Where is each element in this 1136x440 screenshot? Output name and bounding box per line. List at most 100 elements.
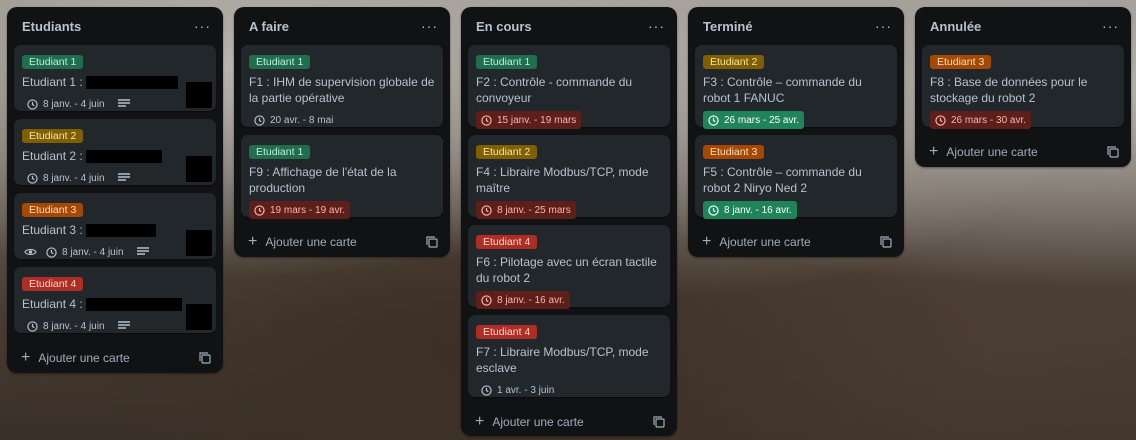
template-icon[interactable]	[1107, 146, 1119, 158]
card[interactable]: Etudiant 3 F8 : Base de données pour le …	[922, 45, 1124, 129]
clock-icon	[708, 114, 719, 126]
clock-icon	[481, 384, 492, 396]
due-date-text: 26 mars - 30 avr.	[951, 114, 1027, 126]
list-header[interactable]: En cours ···	[461, 7, 677, 45]
template-icon[interactable]	[880, 236, 892, 248]
template-icon[interactable]	[199, 352, 211, 364]
due-date-badge[interactable]: 20 avr. - 8 mai	[249, 111, 338, 129]
card-title: F6 : Pilotage avec un écran tactile du r…	[476, 255, 657, 285]
due-date-badge[interactable]: 8 janv. - 4 juin	[41, 243, 129, 261]
description-icon	[117, 173, 130, 181]
list-menu-dots-icon[interactable]: ···	[875, 19, 892, 33]
card-label: Etudiant 2	[476, 145, 538, 159]
template-icon[interactable]	[426, 236, 438, 248]
due-date-badge[interactable]: 8 janv. - 16 avr.	[476, 291, 570, 309]
add-card-button[interactable]: + Ajouter une carte	[248, 233, 357, 250]
card[interactable]: Etudiant 1 F9 : Affichage de l'état de l…	[241, 135, 443, 219]
card-label: Etudiant 3	[703, 145, 765, 159]
add-card-label: Ajouter une carte	[946, 145, 1038, 159]
list-menu-dots-icon[interactable]: ···	[1102, 19, 1119, 33]
card[interactable]: Etudiant 2 F4 : Libraire Modbus/TCP, mod…	[468, 135, 670, 219]
due-date-text: 8 janv. - 25 mars	[497, 204, 571, 216]
card[interactable]: Etudiant 4 F7 : Libraire Modbus/TCP, mod…	[468, 315, 670, 397]
due-date-text: 19 mars - 19 avr.	[270, 204, 346, 216]
list-title[interactable]: A faire	[249, 19, 289, 34]
card-label: Etudiant 1	[249, 55, 311, 69]
list-menu-dots-icon[interactable]: ···	[648, 19, 665, 33]
due-date-badge[interactable]: 26 mars - 30 avr.	[930, 111, 1032, 129]
redacted-text	[86, 150, 163, 164]
card-label: Etudiant 4	[476, 235, 538, 249]
card-title: F3 : Contrôle – commande du robot 1 FANU…	[703, 75, 862, 105]
description-icon	[136, 247, 149, 255]
board: Etudiants ··· Etudiant 1 Etudiant 1 : 8 …	[0, 0, 1136, 440]
add-card-row: + Ajouter une carte	[688, 225, 904, 259]
due-date-text: 8 janv. - 16 avr.	[724, 204, 792, 216]
avatar[interactable]	[186, 230, 212, 256]
due-date-badge[interactable]: 15 janv. - 19 mars	[476, 111, 582, 129]
due-date-badge[interactable]: 1 avr. - 3 juin	[476, 381, 559, 399]
plus-icon: +	[929, 143, 939, 160]
add-card-label: Ajouter une carte	[492, 415, 584, 429]
list-etudiants: Etudiants ··· Etudiant 1 Etudiant 1 : 8 …	[7, 7, 223, 373]
due-date-text: 8 janv. - 4 juin	[62, 246, 124, 258]
card-title: Etudiant 2 :	[22, 148, 208, 164]
list-menu-dots-icon[interactable]: ···	[421, 19, 438, 33]
description-icon	[117, 99, 130, 107]
add-card-button[interactable]: + Ajouter une carte	[475, 413, 584, 430]
card[interactable]: Etudiant 3 F5 : Contrôle – commande du r…	[695, 135, 897, 219]
list-header[interactable]: Annulée ···	[915, 7, 1131, 45]
due-date-text: 26 mars - 25 avr.	[724, 114, 800, 126]
eye-icon	[24, 249, 37, 255]
due-date-text: 1 avr. - 3 juin	[497, 384, 555, 396]
card[interactable]: Etudiant 1 Etudiant 1 : 8 janv. - 4 juin	[14, 45, 216, 111]
plus-icon: +	[475, 413, 485, 430]
list-title[interactable]: Annulée	[930, 19, 981, 34]
card[interactable]: Etudiant 2 Etudiant 2 : 8 janv. - 4 juin	[14, 119, 216, 185]
list-title[interactable]: Terminé	[703, 19, 753, 34]
due-date-badge[interactable]: 8 janv. - 4 juin	[22, 169, 110, 187]
card[interactable]: Etudiant 1 F2 : Contrôle - commande du c…	[468, 45, 670, 129]
card-label: Etudiant 2	[22, 129, 84, 143]
card[interactable]: Etudiant 4 F6 : Pilotage avec un écran t…	[468, 225, 670, 309]
add-card-label: Ajouter une carte	[38, 351, 130, 365]
card-title: F5 : Contrôle – commande du robot 2 Niry…	[703, 165, 862, 195]
due-date-badge[interactable]: 19 mars - 19 avr.	[249, 201, 351, 219]
due-date-badge[interactable]: 8 janv. - 4 juin	[22, 317, 110, 335]
due-date-text: 8 janv. - 4 juin	[43, 320, 105, 332]
add-card-row: + Ajouter une carte	[461, 405, 677, 439]
clock-icon	[481, 114, 492, 126]
due-date-text: 15 janv. - 19 mars	[497, 114, 577, 126]
card[interactable]: Etudiant 3 Etudiant 3 : 8 janv. - 4 juin	[14, 193, 216, 259]
card-title: F4 : Libraire Modbus/TCP, mode maître	[476, 165, 649, 195]
card-title: Etudiant 1 :	[22, 74, 208, 90]
list-header[interactable]: Terminé ···	[688, 7, 904, 45]
list-header[interactable]: Etudiants ···	[7, 7, 223, 45]
plus-icon: +	[248, 233, 258, 250]
add-card-button[interactable]: + Ajouter une carte	[702, 233, 811, 250]
add-card-button[interactable]: + Ajouter une carte	[929, 143, 1038, 160]
list-header[interactable]: A faire ···	[234, 7, 450, 45]
plus-icon: +	[702, 233, 712, 250]
due-date-badge[interactable]: 8 janv. - 4 juin	[22, 95, 110, 113]
clock-icon	[935, 114, 946, 126]
card[interactable]: Etudiant 1 F1 : IHM de supervision globa…	[241, 45, 443, 127]
avatar[interactable]	[186, 82, 212, 108]
clock-icon	[27, 320, 38, 332]
template-icon[interactable]	[653, 416, 665, 428]
card[interactable]: Etudiant 4 Etudiant 4 : 8 janv. - 4 juin	[14, 267, 216, 333]
due-date-badge[interactable]: 8 janv. - 16 avr.	[703, 201, 797, 219]
add-card-button[interactable]: + Ajouter une carte	[21, 349, 130, 366]
card-title: F7 : Libraire Modbus/TCP, mode esclave	[476, 345, 649, 375]
list-title[interactable]: Etudiants	[22, 19, 81, 34]
list-menu-dots-icon[interactable]: ···	[194, 19, 211, 33]
add-card-label: Ajouter une carte	[719, 235, 811, 249]
card[interactable]: Etudiant 2 F3 : Contrôle – commande du r…	[695, 45, 897, 129]
due-date-badge[interactable]: 26 mars - 25 avr.	[703, 111, 805, 129]
avatar[interactable]	[186, 304, 212, 330]
due-date-badge[interactable]: 8 janv. - 25 mars	[476, 201, 576, 219]
plus-icon: +	[21, 349, 31, 366]
list-title[interactable]: En cours	[476, 19, 532, 34]
clock-icon	[46, 246, 57, 258]
avatar[interactable]	[186, 156, 212, 182]
